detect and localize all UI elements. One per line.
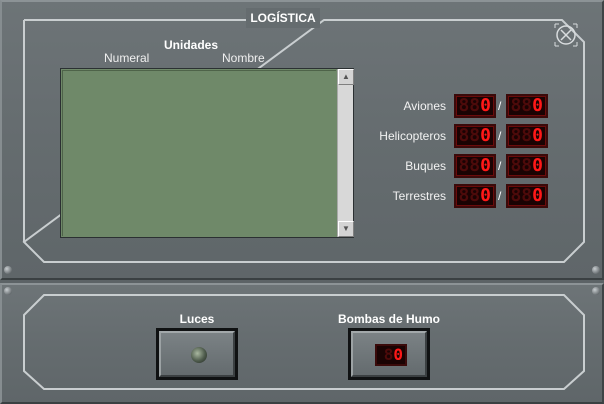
led-display-total: 880 [506, 124, 548, 148]
led-display-current: 880 [454, 124, 496, 148]
indicator-lamp-icon [191, 347, 207, 363]
window-title: LOGÍSTICA [246, 8, 320, 28]
column-header-numeral[interactable]: Numeral [104, 51, 149, 65]
smoke-bombs-button[interactable]: 80 [348, 328, 430, 380]
stat-row-aviones: Aviones 880 / 880 [360, 94, 550, 118]
units-list[interactable]: ▲ ▼ [60, 68, 354, 238]
led-display-current: 880 [454, 184, 496, 208]
led-display-current: 880 [454, 154, 496, 178]
arrow-up-icon: ▲ [342, 72, 350, 81]
scroll-down-button[interactable]: ▼ [338, 221, 354, 237]
arrow-down-icon: ▼ [342, 224, 350, 233]
stat-row-buques: Buques 880 / 880 [360, 154, 550, 178]
lights-button-face[interactable] [159, 331, 235, 377]
rivet [592, 287, 600, 295]
units-title: Unidades [163, 38, 218, 52]
stat-label: Helicopteros [379, 129, 446, 143]
led-display-current: 880 [454, 94, 496, 118]
smoke-label: Bombas de Humo [337, 312, 440, 326]
close-x-icon [554, 23, 578, 47]
panel-frame [23, 294, 585, 390]
close-button[interactable] [553, 22, 579, 48]
column-header-nombre[interactable]: Nombre [222, 51, 265, 65]
stat-label: Buques [405, 159, 446, 173]
units-list-body[interactable] [62, 70, 336, 236]
rivet [4, 287, 12, 295]
stat-row-helicopteros: Helicopteros 880 / 880 [360, 124, 550, 148]
rivet [592, 266, 600, 274]
scroll-up-button[interactable]: ▲ [338, 69, 354, 85]
separator: / [498, 189, 502, 203]
rivet [4, 266, 12, 274]
lights-toggle-button[interactable] [156, 328, 238, 380]
smoke-button-face[interactable]: 80 [351, 331, 427, 377]
units-list-scrollbar[interactable]: ▲ ▼ [337, 69, 354, 237]
stat-label: Aviones [403, 99, 446, 113]
stat-label: Terrestres [392, 189, 446, 203]
separator: / [498, 159, 502, 173]
separator: / [498, 129, 502, 143]
led-display-total: 880 [506, 184, 548, 208]
stat-row-terrestres: Terrestres 880 / 880 [360, 184, 550, 208]
smoke-count-display: 80 [375, 344, 407, 366]
led-display-total: 880 [506, 154, 548, 178]
controls-panel [0, 283, 604, 404]
separator: / [498, 99, 502, 113]
lights-label: Luces [179, 312, 215, 326]
led-display-total: 880 [506, 94, 548, 118]
